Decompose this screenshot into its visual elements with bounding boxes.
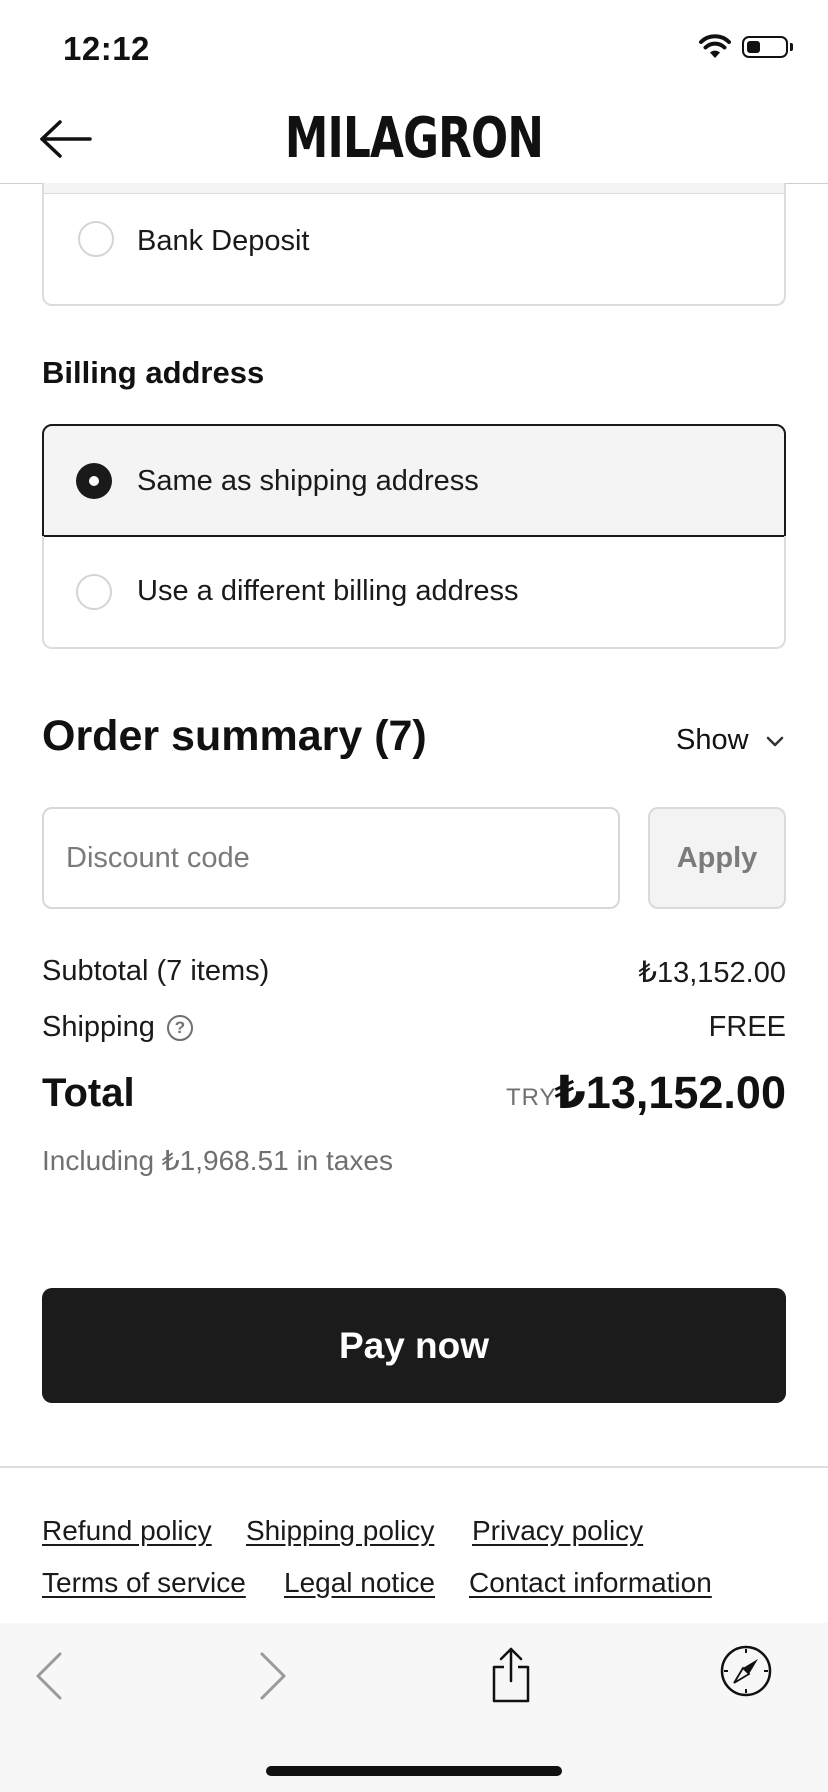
- total-label: Total: [42, 1071, 135, 1115]
- payment-option-bank-deposit[interactable]: Bank Deposit: [42, 183, 786, 306]
- shipping-label: Shipping: [42, 1011, 155, 1043]
- billing-address-title: Billing address: [42, 355, 265, 390]
- same-address-label: Same as shipping address: [137, 465, 479, 497]
- bank-deposit-label: Bank Deposit: [137, 225, 310, 257]
- arrow-left-icon: [40, 120, 92, 158]
- privacy-policy-link[interactable]: Privacy policy: [472, 1515, 643, 1547]
- share-icon[interactable]: [490, 1645, 532, 1705]
- battery-level: [747, 41, 760, 53]
- shipping-policy-link[interactable]: Shipping policy: [246, 1515, 434, 1547]
- refund-policy-link[interactable]: Refund policy: [42, 1515, 212, 1547]
- back-chevron-icon[interactable]: [30, 1648, 70, 1704]
- shipping-value: FREE: [708, 1011, 786, 1043]
- same-address-radio[interactable]: [76, 463, 112, 499]
- different-address-radio[interactable]: [76, 574, 112, 610]
- home-indicator: [266, 1766, 562, 1776]
- chevron-down-icon[interactable]: [764, 730, 786, 752]
- back-button[interactable]: [36, 114, 96, 164]
- subtotal-value: ₺13,152.00: [638, 957, 786, 989]
- discount-code-input[interactable]: [42, 807, 620, 909]
- pay-now-button[interactable]: Pay now: [42, 1288, 786, 1403]
- different-address-label: Use a different billing address: [137, 575, 519, 607]
- footer-divider: [0, 1466, 828, 1468]
- battery-tip: [790, 43, 793, 51]
- legal-notice-link[interactable]: Legal notice: [284, 1567, 435, 1599]
- subtotal-label: Subtotal (7 items): [42, 955, 270, 987]
- total-value: ₺13,152.00: [554, 1067, 786, 1118]
- total-currency: TRY: [506, 1084, 557, 1111]
- billing-option-same[interactable]: Same as shipping address: [42, 424, 786, 537]
- status-time: 12:12: [63, 30, 150, 67]
- order-summary-title: Order summary (7): [42, 712, 427, 760]
- compass-icon[interactable]: [718, 1643, 774, 1699]
- contact-information-link[interactable]: Contact information: [469, 1567, 712, 1599]
- order-summary-show-toggle[interactable]: Show: [676, 724, 749, 757]
- question-circle-icon[interactable]: ?: [167, 1015, 193, 1041]
- billing-option-different[interactable]: Use a different billing address: [42, 536, 786, 649]
- apply-discount-button[interactable]: Apply: [648, 807, 786, 909]
- tax-note: Including ₺1,968.51 in taxes: [42, 1145, 393, 1176]
- bank-deposit-radio[interactable]: [78, 221, 114, 257]
- brand-logo: MILAGRON: [284, 106, 544, 171]
- terms-of-service-link[interactable]: Terms of service: [42, 1567, 246, 1599]
- forward-chevron-icon[interactable]: [252, 1648, 292, 1704]
- wifi-icon: [699, 34, 731, 58]
- battery-icon: [742, 36, 788, 58]
